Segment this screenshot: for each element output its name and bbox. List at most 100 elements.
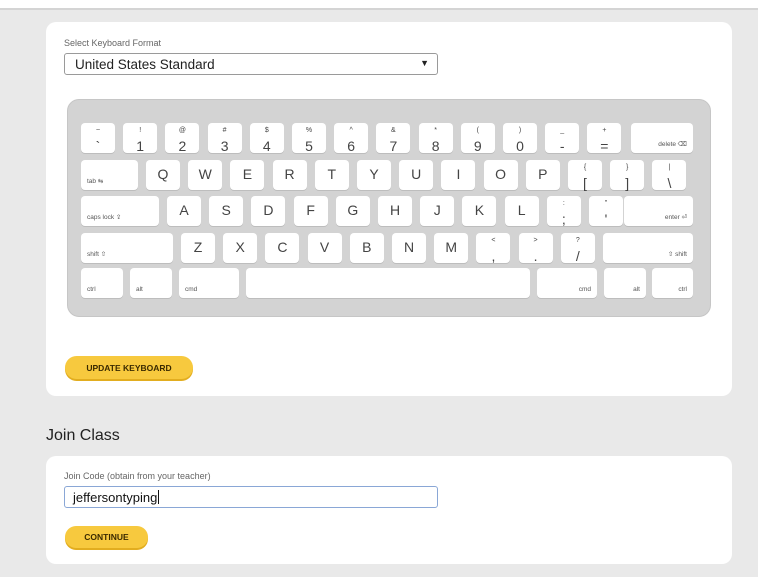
- key-letter: G: [347, 202, 359, 218]
- key-alt-right: alt: [604, 268, 646, 298]
- key-ctrl-left: ctrl: [81, 268, 123, 298]
- key-letter: J: [433, 202, 441, 218]
- key-letter: P: [538, 166, 548, 182]
- key-symbol: [: [583, 175, 587, 191]
- update-keyboard-button[interactable]: UPDATE KEYBOARD: [65, 356, 193, 379]
- key-symbol: ]: [625, 175, 630, 191]
- key-9: (9: [460, 123, 495, 154]
- join-code-value: jeffersontyping: [73, 490, 158, 505]
- key-alt-left: alt: [130, 268, 172, 298]
- key-shift-symbol: ): [518, 127, 522, 134]
- key-e: E: [230, 160, 265, 190]
- key-c: C: [265, 233, 300, 263]
- key-symbol-r4-2: >.: [518, 233, 553, 264]
- key-symbol: 0: [516, 138, 524, 154]
- key-j: J: [420, 196, 455, 226]
- key-label: ctrl: [678, 286, 687, 293]
- key-2: @2: [165, 123, 200, 154]
- key-o: O: [483, 160, 518, 190]
- key-label: ⇧ shift: [667, 251, 687, 258]
- key-letter: T: [327, 166, 337, 182]
- join-class-heading: Join Class: [46, 427, 120, 444]
- key-i: I: [441, 160, 476, 190]
- key-shift-symbol: *: [434, 127, 437, 134]
- key-k: K: [462, 196, 497, 226]
- key-symbol: \: [667, 175, 672, 191]
- join-code-input[interactable]: jeffersontyping: [64, 486, 438, 508]
- key-cmd-left: cmd: [179, 268, 239, 298]
- key-symbol-r4-1: <,: [476, 233, 511, 264]
- key-symbol: 9: [473, 138, 482, 154]
- key-shift-symbol: !: [139, 127, 142, 134]
- key-letter: C: [277, 239, 288, 255]
- key-label: alt: [136, 286, 143, 293]
- key-symbol: -: [559, 138, 565, 154]
- key-g: G: [335, 196, 370, 226]
- key-t: T: [314, 160, 349, 190]
- key-cmd-right: cmd: [537, 268, 597, 298]
- key-shift-right: ⇧ shift: [603, 233, 693, 263]
- key--: _ -: [545, 123, 580, 154]
- key-shift-symbol: &: [391, 127, 396, 134]
- key-label: cmd: [185, 286, 198, 293]
- key-d: D: [251, 196, 286, 226]
- key-5: % 5: [292, 123, 326, 154]
- key-enter: enter ⏎: [624, 196, 693, 226]
- key-letter: X: [235, 239, 245, 255]
- key-shift-symbol: #: [222, 127, 227, 134]
- key-v: V: [307, 233, 342, 263]
- key-y: Y: [357, 160, 391, 190]
- key-delete: delete ⌫: [631, 123, 693, 153]
- key-symbol: ,: [491, 248, 496, 264]
- key-letter: U: [411, 166, 422, 182]
- key-x: X: [223, 233, 258, 263]
- key-`: ~ `: [81, 123, 115, 154]
- key-m: M: [434, 233, 469, 263]
- key-letter: L: [517, 202, 526, 218]
- join-class-card: Join Code (obtain from your teacher) jef…: [46, 456, 732, 564]
- key-label: alt: [633, 286, 640, 293]
- key-shift-symbol: @: [178, 127, 186, 134]
- key-shift-symbol: {: [583, 164, 587, 171]
- key-letter: B: [362, 239, 372, 255]
- key-shift-symbol: <: [491, 237, 496, 244]
- key-letter: M: [445, 239, 458, 255]
- key-label: cmd: [578, 286, 591, 293]
- key-letter: E: [242, 166, 253, 182]
- key-shift-left: shift ⇧: [81, 233, 173, 263]
- key-symbol: 5: [305, 138, 313, 154]
- key-symbol: =: [600, 138, 609, 154]
- key-shift-symbol: ^: [349, 127, 353, 134]
- key-label: enter ⏎: [664, 214, 687, 221]
- key-symbol: ': [604, 211, 608, 227]
- keyboard-format-select[interactable]: United States Standard ▼: [64, 53, 438, 75]
- key-0: ) 0: [503, 123, 537, 154]
- key-symbol: 1: [136, 138, 145, 154]
- keyboard-format-label: Select Keyboard Format: [64, 38, 162, 48]
- key-shift-symbol: }: [626, 164, 629, 171]
- key-u: U: [399, 160, 434, 190]
- key-shift-symbol: :: [562, 200, 565, 207]
- key-=: + =: [587, 123, 622, 154]
- key-shift-symbol: %: [305, 127, 313, 134]
- key-letter: S: [221, 202, 231, 218]
- key-symbol: 2: [178, 138, 187, 154]
- key-letter: D: [263, 202, 274, 218]
- keyboard-settings-card: Select Keyboard Format United States Sta…: [46, 22, 732, 396]
- join-code-label: Join Code (obtain from your teacher): [64, 471, 211, 481]
- key-l: L: [504, 196, 539, 226]
- key-letter: R: [284, 166, 295, 182]
- key-1: ! 1: [123, 123, 158, 154]
- key-label: tab ⇆: [87, 178, 104, 185]
- key-letter: H: [389, 202, 401, 218]
- key-shift-symbol: (: [476, 127, 479, 134]
- key-4: $4: [249, 123, 284, 154]
- key-r: R: [272, 160, 307, 190]
- key-symbol: 4: [262, 138, 271, 154]
- continue-button[interactable]: CONTINUE: [65, 526, 148, 548]
- key-b: B: [349, 233, 384, 263]
- key-space: [246, 268, 530, 298]
- key-shift-symbol: $: [264, 127, 269, 134]
- key-ctrl-right: ctrl: [652, 268, 693, 298]
- key-letter: O: [495, 166, 507, 182]
